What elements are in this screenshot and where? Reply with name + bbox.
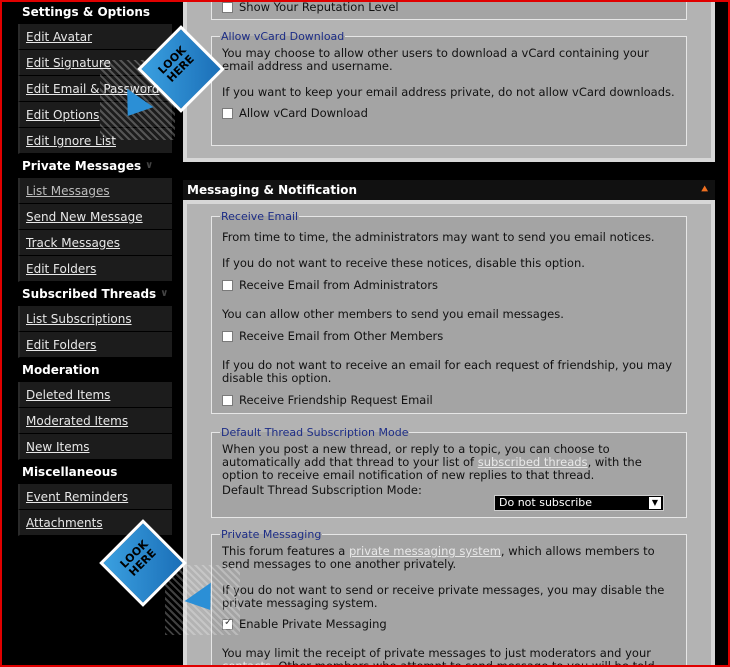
receive-email-legend: Receive Email xyxy=(221,210,299,223)
pm-system-link[interactable]: private messaging system xyxy=(349,544,501,558)
sidebar-item-list-messages[interactable]: List Messages xyxy=(18,178,172,204)
sidebar-item-new-items[interactable]: New Items xyxy=(18,434,172,460)
receive-email-text-2: If you do not want to receive these noti… xyxy=(222,256,585,270)
profile-options-panel: Show Your Reputation Level Allow vCard D… xyxy=(183,0,715,162)
sidebar-item-moderated-items[interactable]: Moderated Items xyxy=(18,408,172,434)
subscription-description: When you post a new thread, or reply to … xyxy=(222,442,642,482)
vcard-row: Allow vCard Download xyxy=(222,106,676,120)
sidebar-item-send-new-message[interactable]: Send New Message xyxy=(18,204,172,230)
receive-email-text-3: You can allow other members to send you … xyxy=(222,307,564,321)
admin-email-checkbox[interactable] xyxy=(222,279,233,291)
sidebar-item-list-subscriptions[interactable]: List Subscriptions xyxy=(18,306,172,332)
sidebar-item-event-reminders[interactable]: Event Reminders xyxy=(18,484,172,510)
chevron-down-icon[interactable]: ∨ xyxy=(145,154,153,178)
subscription-mode-select[interactable]: Do not subscribe ▼ xyxy=(494,495,664,511)
subscription-mode-legend: Default Thread Subscription Mode xyxy=(221,426,409,439)
vcard-description: You may choose to allow other users to d… xyxy=(222,46,649,73)
receive-email-text-4: If you do not want to receive an email f… xyxy=(222,358,673,385)
pm-limit-text: You may limit the receipt of private mes… xyxy=(222,647,674,667)
sidebar-item-edit-folders-subs[interactable]: Edit Folders xyxy=(18,332,172,358)
sidebar-heading-miscellaneous: Miscellaneous xyxy=(22,465,118,479)
member-email-checkbox[interactable] xyxy=(222,330,233,342)
dropdown-arrow-icon[interactable]: ▼ xyxy=(649,497,661,509)
chevron-down-icon[interactable]: ∨ xyxy=(160,282,168,306)
member-email-row: Receive Email from Other Members xyxy=(222,329,676,343)
vcard-privacy-note: If you want to keep your email address p… xyxy=(222,85,675,99)
pm-description: This forum features a private messaging … xyxy=(222,544,655,571)
vcard-legend: Allow vCard Download xyxy=(221,30,345,43)
reputation-checkbox[interactable] xyxy=(222,1,233,13)
pm-disable-text: If you do not want to send or receive pr… xyxy=(222,583,665,610)
friendship-email-checkbox[interactable] xyxy=(222,394,233,406)
contacts-link[interactable]: contacts xyxy=(222,659,271,667)
friendship-email-row: Receive Friendship Request Email xyxy=(222,393,676,407)
messaging-panel: Receive Email From time to time, the adm… xyxy=(183,200,715,667)
main-content: Show Your Reputation Level Allow vCard D… xyxy=(183,0,715,667)
sidebar-item-edit-folders-pm[interactable]: Edit Folders xyxy=(18,256,172,282)
subscription-mode-fieldset: Default Thread Subscription Mode When yo… xyxy=(211,426,687,518)
receive-email-fieldset: Receive Email From time to time, the adm… xyxy=(211,210,687,414)
vcard-fieldset: Allow vCard Download You may choose to a… xyxy=(211,30,687,146)
subscribed-threads-link[interactable]: subscribed threads xyxy=(478,455,588,469)
admin-email-row: Receive Email from Administrators xyxy=(222,278,676,292)
sidebar-item-edit-avatar[interactable]: Edit Avatar xyxy=(18,24,172,50)
receive-email-text-1: From time to time, the administrators ma… xyxy=(222,230,655,244)
sidebar-item-track-messages[interactable]: Track Messages xyxy=(18,230,172,256)
vcard-checkbox[interactable] xyxy=(222,107,233,119)
messaging-section-header: Messaging & Notification ⯅ xyxy=(183,180,715,200)
sidebar-heading-settings: Settings & Options xyxy=(22,5,151,19)
reputation-fieldset: Show Your Reputation Level xyxy=(211,0,687,20)
private-messaging-fieldset: Private Messaging This forum features a … xyxy=(211,528,687,667)
sidebar-heading-moderation: Moderation xyxy=(22,363,100,377)
sidebar-item-deleted-items[interactable]: Deleted Items xyxy=(18,382,172,408)
sidebar-heading-subscribed-threads: Subscribed Threads ∨ xyxy=(18,282,172,306)
sidebar-heading-private-messages: Private Messages ∨ xyxy=(18,154,172,178)
enable-pm-row: Enable Private Messaging xyxy=(222,617,676,631)
private-messaging-legend: Private Messaging xyxy=(221,528,322,541)
collapse-icon[interactable]: ⯅ xyxy=(700,180,709,200)
reputation-row: Show Your Reputation Level xyxy=(222,0,399,14)
